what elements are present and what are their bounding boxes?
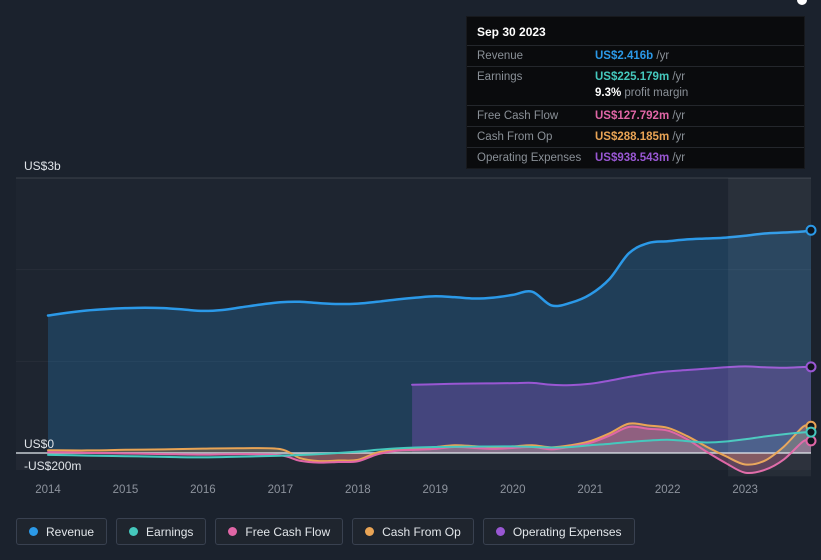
y-axis-label: US$3b (24, 159, 61, 173)
tooltip-row-label: Free Cash Flow (477, 110, 559, 122)
tooltip-row-label: Operating Expenses (477, 152, 582, 164)
x-axis-label: 2019 (422, 484, 449, 496)
tooltip-row-revenue: Revenue US$2.416b /yr (467, 45, 804, 66)
legend-item-revenue[interactable]: Revenue (16, 518, 108, 545)
tooltip-row-label: Earnings (477, 71, 523, 83)
x-axis-label: 2023 (732, 484, 758, 496)
earnings-revenue-history-chart: US$3b US$0 -US$200m 2014 2015 2016 2017 2018 20… (0, 0, 821, 560)
tooltip-row-value: US$938.543m /yr (595, 152, 686, 164)
tooltip-date: Sep 30 2023 (477, 25, 546, 39)
hover-highlight-band (728, 178, 811, 477)
tooltip-row-cash-from-op: Cash From Op US$288.185m /yr (467, 126, 804, 147)
tooltip-row-profit-margin: 9.3% profit margin (467, 87, 804, 105)
series-revenue-endpoint-marker (805, 224, 817, 236)
date-tooltip: Sep 30 2023 Revenue US$2.416b /yr Earnings… (466, 16, 805, 169)
series-operating-expenses-endpoint-marker (805, 361, 817, 373)
cash-from-op-dot-icon (365, 527, 375, 536)
tooltip-row-operating-expenses: Operating Expenses US$938.543m /yr (467, 147, 804, 168)
x-axis-label: 2021 (577, 484, 604, 496)
tooltip-row-label: Cash From Op (477, 131, 553, 143)
legend-label: Free Cash Flow (245, 524, 331, 539)
tooltip-row-label: Revenue (477, 50, 524, 62)
x-axis-label: 2018 (345, 484, 371, 496)
operating-expenses-dot-icon (495, 527, 505, 536)
tooltip-row-value: 9.3% profit margin (595, 87, 689, 99)
tooltip-row-earnings: Earnings US$225.179m /yr (467, 66, 804, 87)
earnings-dot-icon (129, 527, 139, 536)
y-axis-label: US$0 (24, 437, 55, 451)
series-free-cash-flow-endpoint-marker (805, 435, 817, 447)
revenue-dot-icon (29, 527, 38, 536)
x-axis-label: 2020 (499, 484, 526, 496)
tooltip-row-free-cash-flow: Free Cash Flow US$127.792m /yr (467, 105, 804, 126)
legend-item-free-cash-flow[interactable]: Free Cash Flow (215, 518, 344, 545)
chart-legend: Revenue Earnings Free Cash Flow Cash From O… (16, 518, 635, 545)
legend-item-earnings[interactable]: Earnings (116, 518, 207, 545)
tooltip-row-value: US$225.179m /yr (595, 71, 686, 83)
tooltip-row-value: US$2.416b /yr (595, 50, 670, 62)
legend-item-operating-expenses[interactable]: Operating Expenses (482, 518, 635, 545)
x-axis-label: 2014 (35, 484, 61, 496)
x-axis-label: 2016 (190, 484, 216, 496)
x-axis-label: 2015 (112, 484, 139, 496)
legend-item-cash-from-op[interactable]: Cash From Op (352, 518, 474, 545)
tooltip-row-value: US$288.185m /yr (595, 131, 686, 143)
tooltip-rows: Revenue US$2.416b /yr Earnings US$225.179m … (467, 45, 804, 168)
legend-label: Revenue (46, 524, 95, 539)
series-earnings-endpoint-marker (805, 426, 817, 438)
tooltip-row-value: US$127.792m /yr (595, 110, 686, 122)
legend-label: Cash From Op (382, 524, 461, 539)
legend-label: Operating Expenses (512, 524, 622, 539)
y-axis-label: -US$200m (24, 459, 82, 473)
free-cash-flow-dot-icon (228, 527, 238, 536)
legend-label: Earnings (146, 524, 194, 539)
x-axis-label: 2022 (654, 484, 681, 496)
x-axis-label: 2017 (267, 484, 294, 496)
